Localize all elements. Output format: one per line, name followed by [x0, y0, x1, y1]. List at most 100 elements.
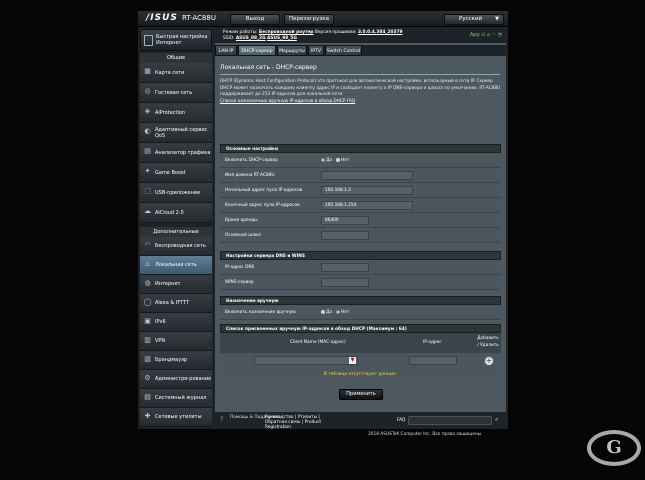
dhcp-enable-yes-radio[interactable]: Да	[321, 158, 332, 163]
client-mac-input[interactable]	[254, 356, 358, 365]
manual-assign-table: Назначение вручную Включить назначение в…	[220, 296, 501, 320]
alexa-icon: ◯	[143, 298, 152, 306]
sidebar-item-advanced-2[interactable]: ◍ Интернет	[140, 275, 212, 294]
tools-icon: ✚	[144, 412, 151, 420]
sidebar-item-general-5[interactable]: ✦ Game Boost	[140, 163, 212, 183]
quick-setup-button[interactable]: Быстрая настройка Интернет	[140, 29, 212, 51]
sidebar-item-advanced-5[interactable]: ▥ VPN	[140, 332, 212, 351]
tab-lan-ip[interactable]: LAN IP	[215, 45, 237, 56]
asus-logo: /ISUS	[146, 13, 178, 23]
client-dropdown-icon[interactable]: ▼	[349, 357, 356, 364]
domain-label: Имя домена RT-AC88U	[225, 173, 275, 178]
pool-start-row: Начальный адрес пула IP-адресов 192.168.…	[220, 183, 501, 198]
col-add-delete: Добавить / Удалить	[477, 336, 499, 348]
manual-yes-label: Да	[326, 310, 332, 315]
col-ip: IP-адрес	[423, 340, 442, 345]
tab-iptv[interactable]: IPTV	[308, 45, 324, 56]
ssid-5g[interactable]: ASUS_88_5G	[267, 36, 297, 41]
dhcp-enable-label: Включить DHCP-сервер	[225, 158, 278, 163]
manual-list-header: Список присвоенных вручную IP-адресов в …	[220, 324, 501, 333]
apply-button[interactable]: Применить	[339, 389, 383, 400]
qos-icon: ◐	[144, 127, 151, 135]
dns-ip-input[interactable]	[321, 263, 369, 272]
faq-search-input[interactable]	[408, 416, 492, 425]
manual-list-link[interactable]: Список назначенных вручную IP-адресов в …	[220, 99, 355, 104]
wifi-status-icon[interactable]: ◠	[492, 32, 496, 38]
sidebar-item-general-1[interactable]: ◎ Гостевая сеть	[140, 83, 212, 103]
app-label[interactable]: App	[470, 32, 480, 38]
pool-start-input[interactable]: 192.168.1.2	[321, 186, 413, 195]
mode-link[interactable]: Беспроводной роутер	[259, 30, 314, 35]
sidebar-item-advanced-4[interactable]: ▣ IPv6	[140, 313, 212, 332]
pool-start-label: Начальный адрес пула IP-адресов	[225, 188, 303, 193]
lease-input[interactable]: 86400	[321, 216, 369, 225]
tab-switch-control[interactable]: Switch Control	[325, 45, 362, 56]
manual-yes-radio[interactable]: Да	[321, 310, 332, 315]
wireless-icon: ◠	[144, 241, 151, 249]
router-window: /ISUS RT-AC88U Выход Перезагрузка Русски…	[138, 11, 508, 430]
power-status-icon[interactable]: ◔	[498, 32, 502, 38]
dhcp-enable-no-radio[interactable]: Нет	[336, 158, 349, 163]
manual-enable-label: Включить назначение вручную	[225, 310, 296, 315]
sidebar-item-advanced-7[interactable]: ⚙ Администри-рование	[140, 370, 212, 389]
sidebar-item-label: Анализатор трафика	[155, 149, 211, 156]
client-ip-input[interactable]	[409, 356, 457, 365]
lease-row: Время аренды 86400	[220, 213, 501, 228]
search-icon[interactable]: ⌕	[495, 416, 498, 424]
sidebar-item-general-3[interactable]: ◐ Адаптивный сервис QoS	[140, 123, 212, 143]
sidebar-item-advanced-8[interactable]: ▤ Системный журнал	[140, 389, 212, 408]
sidebar-item-label: Локальная сеть	[155, 262, 197, 268]
radio-on-icon	[336, 158, 340, 162]
sidebar-item-label: Администри-рование	[155, 376, 212, 382]
usb-status-icon[interactable]: ⌂	[487, 32, 490, 38]
domain-input[interactable]	[321, 171, 413, 180]
pool-end-input[interactable]: 192.168.1.254	[321, 201, 413, 210]
sidebar-item-general-0[interactable]: ▦ Карта сети	[140, 63, 212, 83]
radio-on-icon	[321, 310, 325, 314]
sidebar-item-general-6[interactable]: ⬚ USB-приложение	[140, 183, 212, 203]
chevron-down-icon: ▼	[495, 16, 499, 22]
footer-links[interactable]: Руководство | Утилиты | Обратная связь |…	[265, 415, 335, 430]
log-icon: ▤	[144, 393, 151, 401]
firmware-link[interactable]: 3.0.0.4.384_20379	[358, 30, 403, 35]
tab-routes[interactable]: Маршруты	[277, 45, 307, 56]
sidebar-item-advanced-9[interactable]: ✚ Сетевые утилиты	[140, 408, 212, 427]
footer: ? Помощь & Поддержка Руководство | Утили…	[215, 413, 506, 430]
mode-label: Режим работы:	[223, 30, 258, 35]
link-status-icon[interactable]: ⎌	[481, 32, 485, 38]
reboot-button[interactable]: Перезагрузка	[284, 14, 334, 25]
gateway-input[interactable]	[321, 231, 369, 240]
domain-row: Имя домена RT-AC88U	[220, 168, 501, 183]
sidebar-item-advanced-0[interactable]: ◠ Беспроводная сеть	[140, 237, 212, 256]
add-icon[interactable]: +	[484, 356, 494, 366]
advanced-header: Дополнительные настройки	[140, 227, 212, 245]
dns-settings-table: Настройки сервера DNS и WINS IP-адрес DN…	[220, 251, 501, 290]
cloud-icon: ☁	[144, 207, 151, 215]
sidebar-item-general-2[interactable]: ◈ AiProtection	[140, 103, 212, 123]
sidebar-item-label: Гостевая сеть	[155, 89, 193, 96]
sidebar-item-advanced-1[interactable]: ⌂ Локальная сеть	[140, 256, 212, 275]
sidebar-item-advanced-6[interactable]: ▧ Брандмауэр	[140, 351, 212, 370]
ssid-2g[interactable]: ASUS_88_2G	[236, 36, 266, 41]
sidebar-item-general-7[interactable]: ☁ AiCloud 2.0	[140, 203, 212, 223]
sidebar-item-label: Адаптивный сервис QoS	[155, 126, 208, 139]
logout-button[interactable]: Выход	[230, 14, 280, 25]
manual-no-radio[interactable]: Нет	[336, 310, 349, 315]
sidebar-item-label: AiProtection	[155, 109, 186, 116]
sidebar-item-advanced-3[interactable]: ◯ Alexa & IFTTT	[140, 294, 212, 313]
description-text: DHCP (Dynamic Host Configuration Protoco…	[220, 79, 501, 97]
wins-input[interactable]	[321, 278, 369, 287]
dns-ip-label: IP-адрес DNS	[225, 265, 255, 270]
manual-list-columns: Client Name (MAC-адрес) IP-адрес Добавит…	[220, 333, 501, 353]
help-icon: ?	[220, 416, 224, 423]
dhcp-enable-row: Включить DHCP-сервер Да Нет	[220, 153, 501, 168]
traffic-analyzer-icon: ▤	[144, 147, 151, 155]
lan-icon: ⌂	[145, 260, 150, 268]
usb-icon: ⬚	[144, 187, 151, 195]
tab-dhcp-server[interactable]: DHCP-сервер	[238, 45, 276, 56]
manual-assign-header: Назначение вручную	[220, 296, 501, 305]
language-select[interactable]: Русский ▼	[444, 14, 504, 25]
sidebar-item-label: IPv6	[155, 319, 166, 325]
sidebar-item-general-4[interactable]: ▤ Анализатор трафика	[140, 143, 212, 163]
sidebar-item-label: Брандмауэр	[155, 357, 188, 363]
